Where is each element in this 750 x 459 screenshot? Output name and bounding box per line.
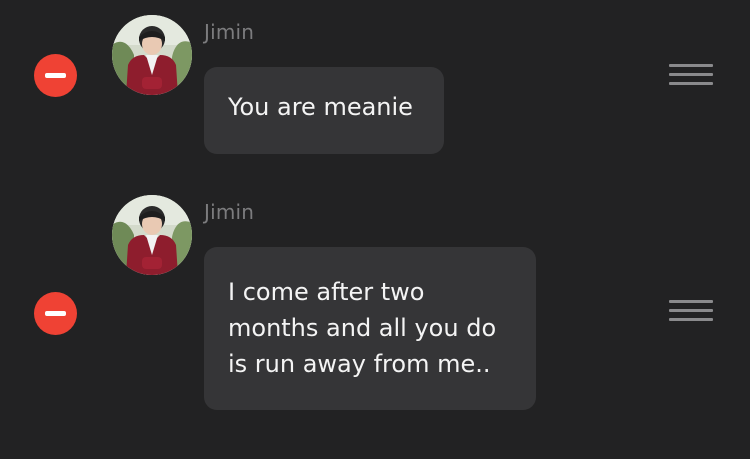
delete-message-button[interactable] <box>34 54 77 97</box>
message-row: Jimin You are meanie <box>0 0 750 170</box>
sender-name: Jimin <box>204 200 255 224</box>
avatar-photo <box>112 195 192 275</box>
avatar <box>112 195 192 275</box>
avatar <box>112 15 192 95</box>
minus-circle-icon <box>45 311 66 316</box>
message-text-line: months and all you do <box>228 314 497 342</box>
drag-handle-icon[interactable] <box>669 64 713 86</box>
message-bubble[interactable]: You are meanie <box>204 67 444 154</box>
message-text: You are meanie <box>228 93 413 121</box>
delete-message-button[interactable] <box>34 292 77 335</box>
message-bubble[interactable]: I come after two months and all you do i… <box>204 247 536 410</box>
drag-handle-icon[interactable] <box>669 300 713 322</box>
avatar-photo <box>112 15 192 95</box>
sender-name: Jimin <box>204 20 255 44</box>
message-text-line: is run away from me.. <box>228 350 491 378</box>
minus-circle-icon <box>45 73 66 78</box>
message-text-line: I come after two <box>228 278 425 306</box>
message-row: Jimin I come after two months and all yo… <box>0 180 750 459</box>
